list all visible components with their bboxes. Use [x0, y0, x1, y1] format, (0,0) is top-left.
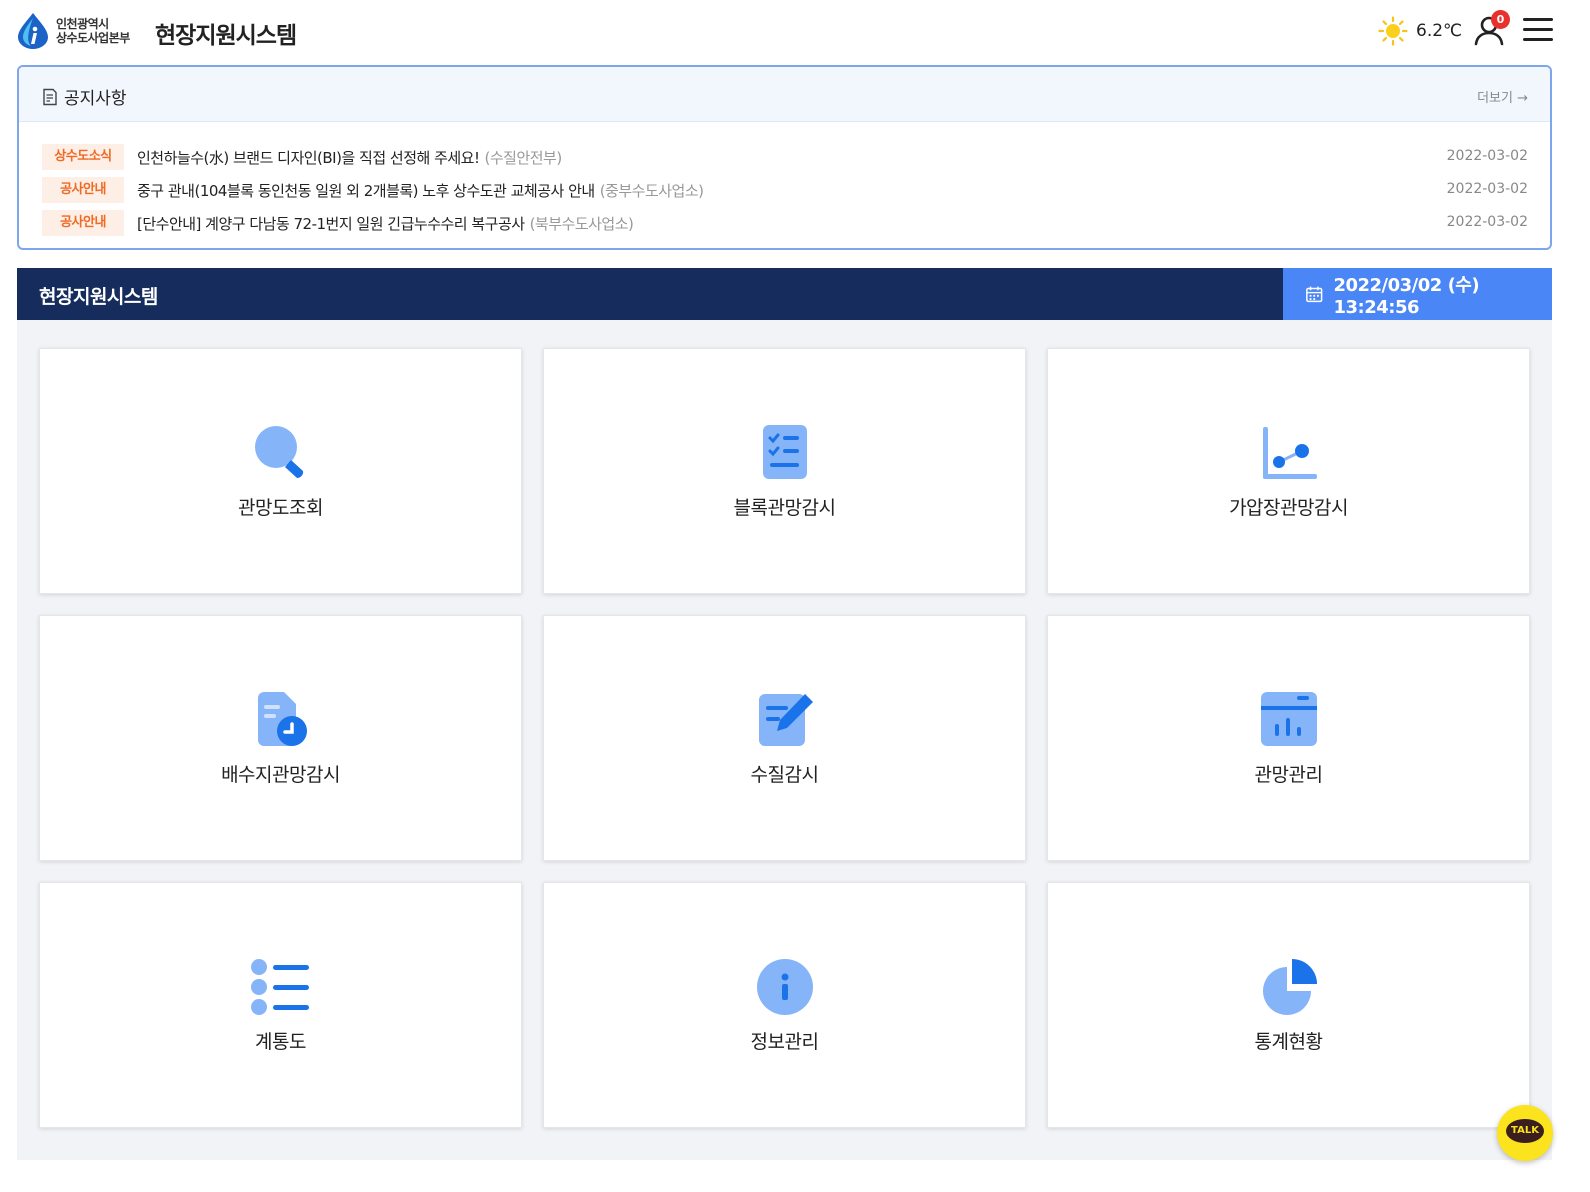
- notice-title: 공지사항: [41, 84, 127, 109]
- menu-card-statistics[interactable]: 통계현황: [1047, 882, 1530, 1128]
- menu-card-pipe-map[interactable]: 관망도조회: [39, 348, 522, 594]
- talk-label: TALK: [1511, 1125, 1539, 1136]
- logo-line1: 인천광역시: [56, 17, 109, 31]
- chart-icon: [1263, 427, 1317, 479]
- menu-card-pump-monitor[interactable]: 가압장관망감시: [1047, 348, 1530, 594]
- datetime-text: 2022/03/02 (수) 13:24:56: [1333, 274, 1480, 318]
- notice-header: 공지사항 더보기 →: [19, 67, 1550, 122]
- menu-card-info-manage[interactable]: 정보관리: [543, 882, 1026, 1128]
- notice-list: 상수도소식 인천하늘수(水) 브랜드 디자인(BI)을 직접 선정해 주세요!(…: [19, 122, 1550, 240]
- menu-label: 블록관망감시: [733, 497, 836, 519]
- notice-category-badge: 공사안내: [42, 177, 124, 203]
- notice-category-badge: 상수도소식: [42, 144, 124, 170]
- kakao-talk-button[interactable]: TALK: [1497, 1105, 1553, 1161]
- pie-chart-icon: [1263, 959, 1317, 1015]
- hamburger-icon: [1523, 18, 1553, 21]
- search-icon: [255, 426, 304, 479]
- menu-label: 정보관리: [750, 1031, 819, 1053]
- notice-item[interactable]: 상수도소식 인천하늘수(水) 브랜드 디자인(BI)을 직접 선정해 주세요!(…: [19, 141, 1550, 174]
- logo[interactable]: 인천광역시 상수도사업본부: [16, 12, 130, 50]
- hamburger-line: [1523, 28, 1553, 31]
- hamburger-line: [1523, 38, 1553, 41]
- menu-card-block-monitor[interactable]: 블록관망감시: [543, 348, 1026, 594]
- menu-card-reservoir-monitor[interactable]: 배수지관망감시: [39, 615, 522, 861]
- menu-grid: 관망도조회 블록관망감시 가압장관망감시 배수지관망감시 수질감시 관망관리 계…: [17, 320, 1552, 1160]
- notice-more-link[interactable]: 더보기 →: [1477, 87, 1528, 106]
- menu-label: 관망관리: [1254, 764, 1323, 786]
- notice-dept: (북부수도사업소): [529, 215, 634, 233]
- datetime-display: 2022/03/02 (수) 13:24:56: [1283, 268, 1552, 320]
- notification-badge: 0: [1491, 10, 1510, 29]
- menu-label: 관망도조회: [238, 497, 323, 519]
- edit-icon: [759, 694, 813, 746]
- list-icon: [251, 959, 309, 1015]
- menu-card-water-quality[interactable]: 수질감시: [543, 615, 1026, 861]
- checklist-icon: [763, 425, 807, 479]
- notice-title-link: 중구 관내(104블록 동인천동 일원 외 2개블록) 노후 상수도관 교체공사…: [137, 182, 595, 200]
- menu-button[interactable]: [1523, 18, 1553, 44]
- menu-card-pipe-manage[interactable]: 관망관리: [1047, 615, 1530, 861]
- weather-widget: 6.2℃: [1378, 16, 1462, 46]
- menu-label: 가압장관망감시: [1229, 497, 1348, 519]
- notice-text: 인천하늘수(水) 브랜드 디자인(BI)을 직접 선정해 주세요! (수질안전부): [137, 147, 562, 168]
- notice-text: [단수안내] 계양구 다남동 72-1번지 일원 긴급누수수리 복구공사 (북부수…: [137, 213, 634, 234]
- document-clock-icon: [258, 692, 307, 746]
- app-title: 현장지원시스템: [155, 23, 297, 49]
- notice-dept: (중부수도사업소): [599, 182, 704, 200]
- calendar-chart-icon: [1261, 692, 1317, 746]
- sun-icon: [1378, 16, 1408, 46]
- temperature: 6.2℃: [1416, 21, 1463, 41]
- notice-date: 2022-03-02: [1446, 148, 1528, 164]
- info-icon: [757, 959, 813, 1015]
- section-header: 현장지원시스템 2022/03/02 (수) 13:24:56: [17, 268, 1552, 320]
- notice-panel: 공지사항 더보기 → 상수도소식 인천하늘수(水) 브랜드 디자인(BI)을 직…: [17, 65, 1552, 250]
- notice-doc-icon: [43, 88, 57, 105]
- menu-label: 통계현황: [1254, 1031, 1323, 1053]
- menu-label: 수질감시: [750, 764, 819, 786]
- user-button[interactable]: 0: [1473, 10, 1510, 48]
- notice-date: 2022-03-02: [1446, 181, 1528, 197]
- notice-dept: (수질안전부): [484, 149, 562, 167]
- water-drop-logo-icon: [18, 13, 48, 49]
- notice-text: 중구 관내(104블록 동인천동 일원 외 2개블록) 노후 상수도관 교체공사…: [137, 180, 704, 201]
- notice-item[interactable]: 공사안내 [단수안내] 계양구 다남동 72-1번지 일원 긴급누수수리 복구공…: [19, 207, 1550, 240]
- top-header: 인천광역시 상수도사업본부 현장지원시스템 6.2℃ 0: [0, 0, 1590, 64]
- menu-card-system-diagram[interactable]: 계통도: [39, 882, 522, 1128]
- menu-label: 배수지관망감시: [221, 764, 340, 786]
- logo-line2: 상수도사업본부: [56, 31, 130, 45]
- notice-category-badge: 공사안내: [42, 210, 124, 236]
- notice-title-link: 인천하늘수(水) 브랜드 디자인(BI)을 직접 선정해 주세요!: [137, 149, 480, 167]
- notice-item[interactable]: 공사안내 중구 관내(104블록 동인천동 일원 외 2개블록) 노후 상수도관…: [19, 174, 1550, 207]
- section-title: 현장지원시스템: [39, 286, 158, 308]
- notice-date: 2022-03-02: [1446, 214, 1528, 230]
- notice-title-text: 공지사항: [64, 89, 127, 109]
- menu-label: 계통도: [255, 1031, 306, 1053]
- notice-title-link: [단수안내] 계양구 다남동 72-1번지 일원 긴급누수수리 복구공사: [137, 215, 525, 233]
- calendar-icon: [1306, 286, 1323, 303]
